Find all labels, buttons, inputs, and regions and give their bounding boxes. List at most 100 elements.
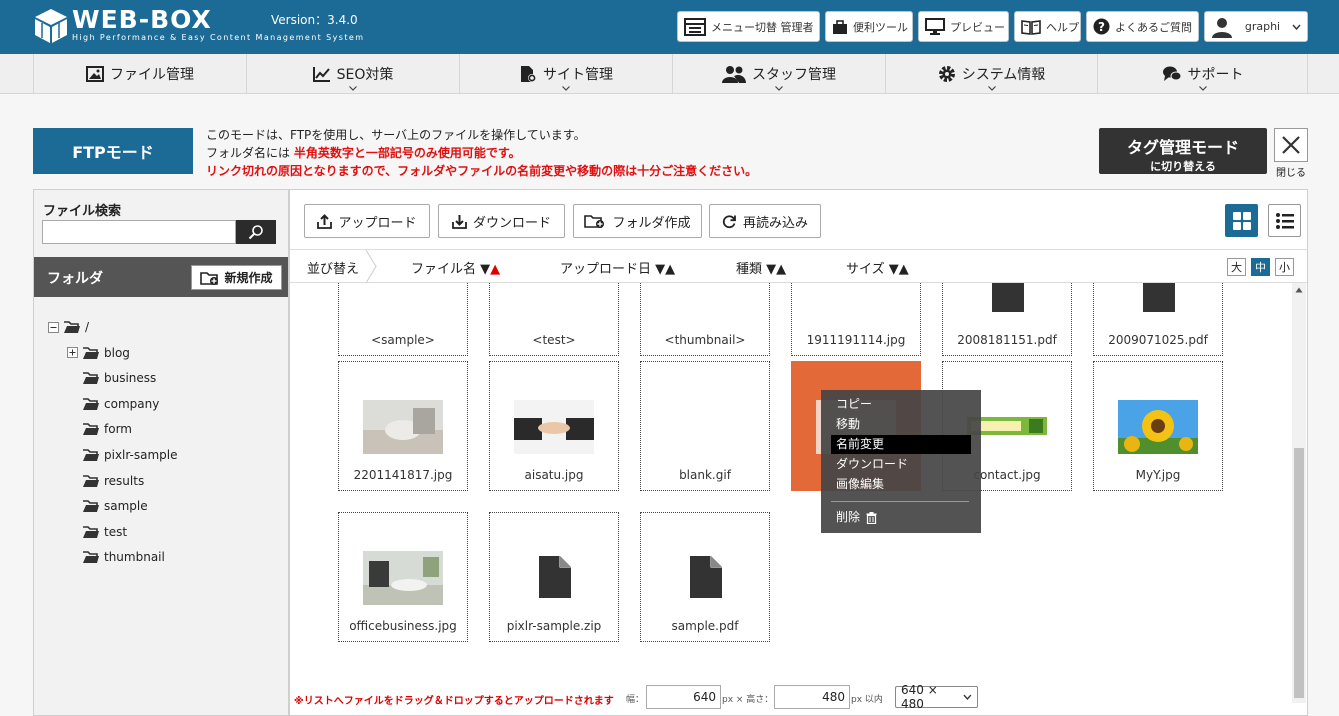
- file-search-input[interactable]: [42, 220, 236, 244]
- context-copy[interactable]: コピー: [831, 395, 971, 414]
- chevron-down-icon: [987, 86, 996, 91]
- document-icon: [992, 283, 1024, 312]
- brand-tagline: High Performance & Easy Content Manageme…: [72, 33, 365, 42]
- thumb-size-small[interactable]: 小: [1275, 258, 1294, 276]
- close-button[interactable]: [1274, 128, 1308, 162]
- folder-tree-label: pixlr-sample: [104, 448, 178, 462]
- nav-support[interactable]: サポート: [1097, 54, 1308, 94]
- upload-button[interactable]: アップロード: [304, 204, 430, 238]
- tools-button[interactable]: 便利ツール: [825, 11, 913, 42]
- file-tile[interactable]: 2201141817.jpg: [338, 361, 468, 491]
- download-button[interactable]: ダウンロード: [438, 204, 565, 238]
- chevron-down-icon: [1292, 24, 1301, 30]
- folder-tile[interactable]: <test>: [489, 283, 619, 356]
- file-tile[interactable]: pixlr-sample.zip: [489, 512, 619, 642]
- folder-tree-item[interactable]: thumbnail: [67, 548, 165, 566]
- webbox-logo-icon: [35, 9, 67, 43]
- file-tile[interactable]: sample.pdf: [640, 512, 770, 642]
- faq-button[interactable]: ? よくあるご質問: [1086, 11, 1199, 42]
- file-tile[interactable]: 2009071025.pdf: [1093, 283, 1223, 356]
- folder-open-icon: [83, 372, 99, 385]
- sort-by-filename[interactable]: ファイル名 ▼▲: [411, 258, 500, 277]
- thumb-size-large[interactable]: 大: [1227, 258, 1246, 276]
- expand-toggle-icon[interactable]: [67, 347, 78, 359]
- grid-view-button[interactable]: [1225, 204, 1258, 237]
- menu-switch-label: メニュー切替 管理者: [711, 20, 814, 34]
- thumb-size-medium[interactable]: 中: [1251, 258, 1270, 276]
- sort-by-size[interactable]: サイズ ▼▲: [846, 258, 909, 277]
- file-tile[interactable]: officebusiness.jpg: [338, 512, 468, 642]
- folder-tree-label: /: [85, 320, 90, 334]
- file-tile[interactable]: 1911191114.jpg: [791, 283, 921, 356]
- context-move[interactable]: 移動: [831, 415, 971, 434]
- list-view-button[interactable]: [1268, 204, 1301, 237]
- chevron-down-icon: [562, 86, 570, 91]
- file-tile[interactable]: blank.gif: [640, 361, 770, 491]
- folder-tree-item[interactable]: pixlr-sample: [67, 446, 178, 464]
- refresh-icon: [722, 214, 736, 228]
- folder-tree-item[interactable]: company: [67, 395, 159, 413]
- resize-width-input[interactable]: 640: [646, 685, 721, 709]
- folder-tile[interactable]: <sample>: [338, 283, 468, 356]
- folder-tree-item[interactable]: sample: [67, 497, 148, 515]
- nav-site-label: サイト管理: [543, 67, 613, 83]
- folder-tree-item[interactable]: test: [67, 523, 127, 541]
- file-tile[interactable]: aisatu.jpg: [489, 361, 619, 491]
- brand-name: WEB-BOX: [72, 5, 212, 34]
- file-name: blank.gif: [679, 468, 731, 482]
- user-avatar-icon: [1212, 17, 1232, 38]
- context-rename[interactable]: 名前変更: [831, 435, 971, 454]
- version-label: Version：3.4.0: [271, 13, 358, 27]
- nav-staff-management[interactable]: スタッフ管理: [672, 54, 885, 94]
- users-icon: [722, 66, 746, 83]
- file-grid-scrollbar[interactable]: [1292, 283, 1306, 703]
- nav-file-label: ファイル管理: [110, 67, 194, 83]
- context-download[interactable]: ダウンロード: [831, 455, 971, 474]
- photo-thumbnail: [363, 400, 443, 454]
- file-search-button[interactable]: [236, 220, 276, 244]
- file-tile[interactable]: MyY.jpg: [1093, 361, 1223, 491]
- folder-tree-item[interactable]: blog: [67, 344, 130, 362]
- folder-open-icon: [64, 321, 80, 333]
- nav-system-info[interactable]: システム情報: [885, 54, 1097, 94]
- sort-by-type[interactable]: 種類 ▼▲: [736, 258, 786, 277]
- preview-button[interactable]: プレビュー: [918, 11, 1009, 42]
- book-icon: [1021, 19, 1041, 35]
- nav-site-management[interactable]: サイト管理: [459, 54, 672, 94]
- nav-file-management[interactable]: ファイル管理: [33, 54, 246, 94]
- context-delete[interactable]: 削除: [831, 508, 971, 527]
- toolbox-icon: [833, 19, 847, 34]
- sort-type-label: 種類: [736, 262, 763, 277]
- tag-mode-title: タグ管理モード: [1126, 138, 1239, 157]
- context-edit-image[interactable]: 画像編集: [831, 475, 971, 494]
- scroll-thumb[interactable]: [1294, 448, 1304, 698]
- folder-open-icon: [83, 346, 99, 359]
- folder-tree-item[interactable]: business: [67, 369, 156, 387]
- folder-tile[interactable]: <thumbnail>: [640, 283, 770, 356]
- help-button[interactable]: ヘルプ: [1014, 11, 1081, 42]
- folder-tree-item[interactable]: form: [67, 420, 132, 438]
- tag-mode-subtitle: に切り替える: [1150, 160, 1216, 173]
- reload-button[interactable]: 再読み込み: [709, 204, 821, 238]
- collapse-toggle-icon[interactable]: [48, 321, 59, 333]
- resize-height-input[interactable]: 480: [774, 685, 850, 709]
- file-tile[interactable]: 2008181151.pdf: [942, 283, 1072, 356]
- document-icon: [1143, 283, 1175, 312]
- user-menu-button[interactable]: graphi: [1204, 11, 1308, 42]
- context-delete-label: 削除: [836, 510, 861, 524]
- upload-icon: [317, 213, 333, 229]
- menu-switch-button[interactable]: メニュー切替 管理者: [677, 11, 820, 42]
- resize-preset-select[interactable]: 640 × 480: [895, 683, 978, 711]
- nav-seo[interactable]: SEO対策: [246, 54, 459, 94]
- app-header: WEB-BOX High Performance & Easy Content …: [0, 0, 1339, 54]
- height-label: px × 高さ：: [722, 695, 774, 705]
- help-label: ヘルプ: [1046, 20, 1079, 34]
- create-folder-button[interactable]: フォルダ作成: [573, 204, 702, 238]
- tag-mode-button[interactable]: タグ管理モード に切り替える: [1099, 128, 1267, 174]
- folder-tree-item[interactable]: /: [48, 318, 89, 336]
- folder-tree-item[interactable]: results: [67, 472, 144, 490]
- sort-by-upload-date[interactable]: アップロード日 ▼▲: [560, 258, 675, 277]
- sort-date-arrows: ▼▲: [655, 262, 676, 277]
- folder-open-icon: [83, 525, 99, 538]
- new-folder-button[interactable]: 新規作成: [191, 265, 282, 290]
